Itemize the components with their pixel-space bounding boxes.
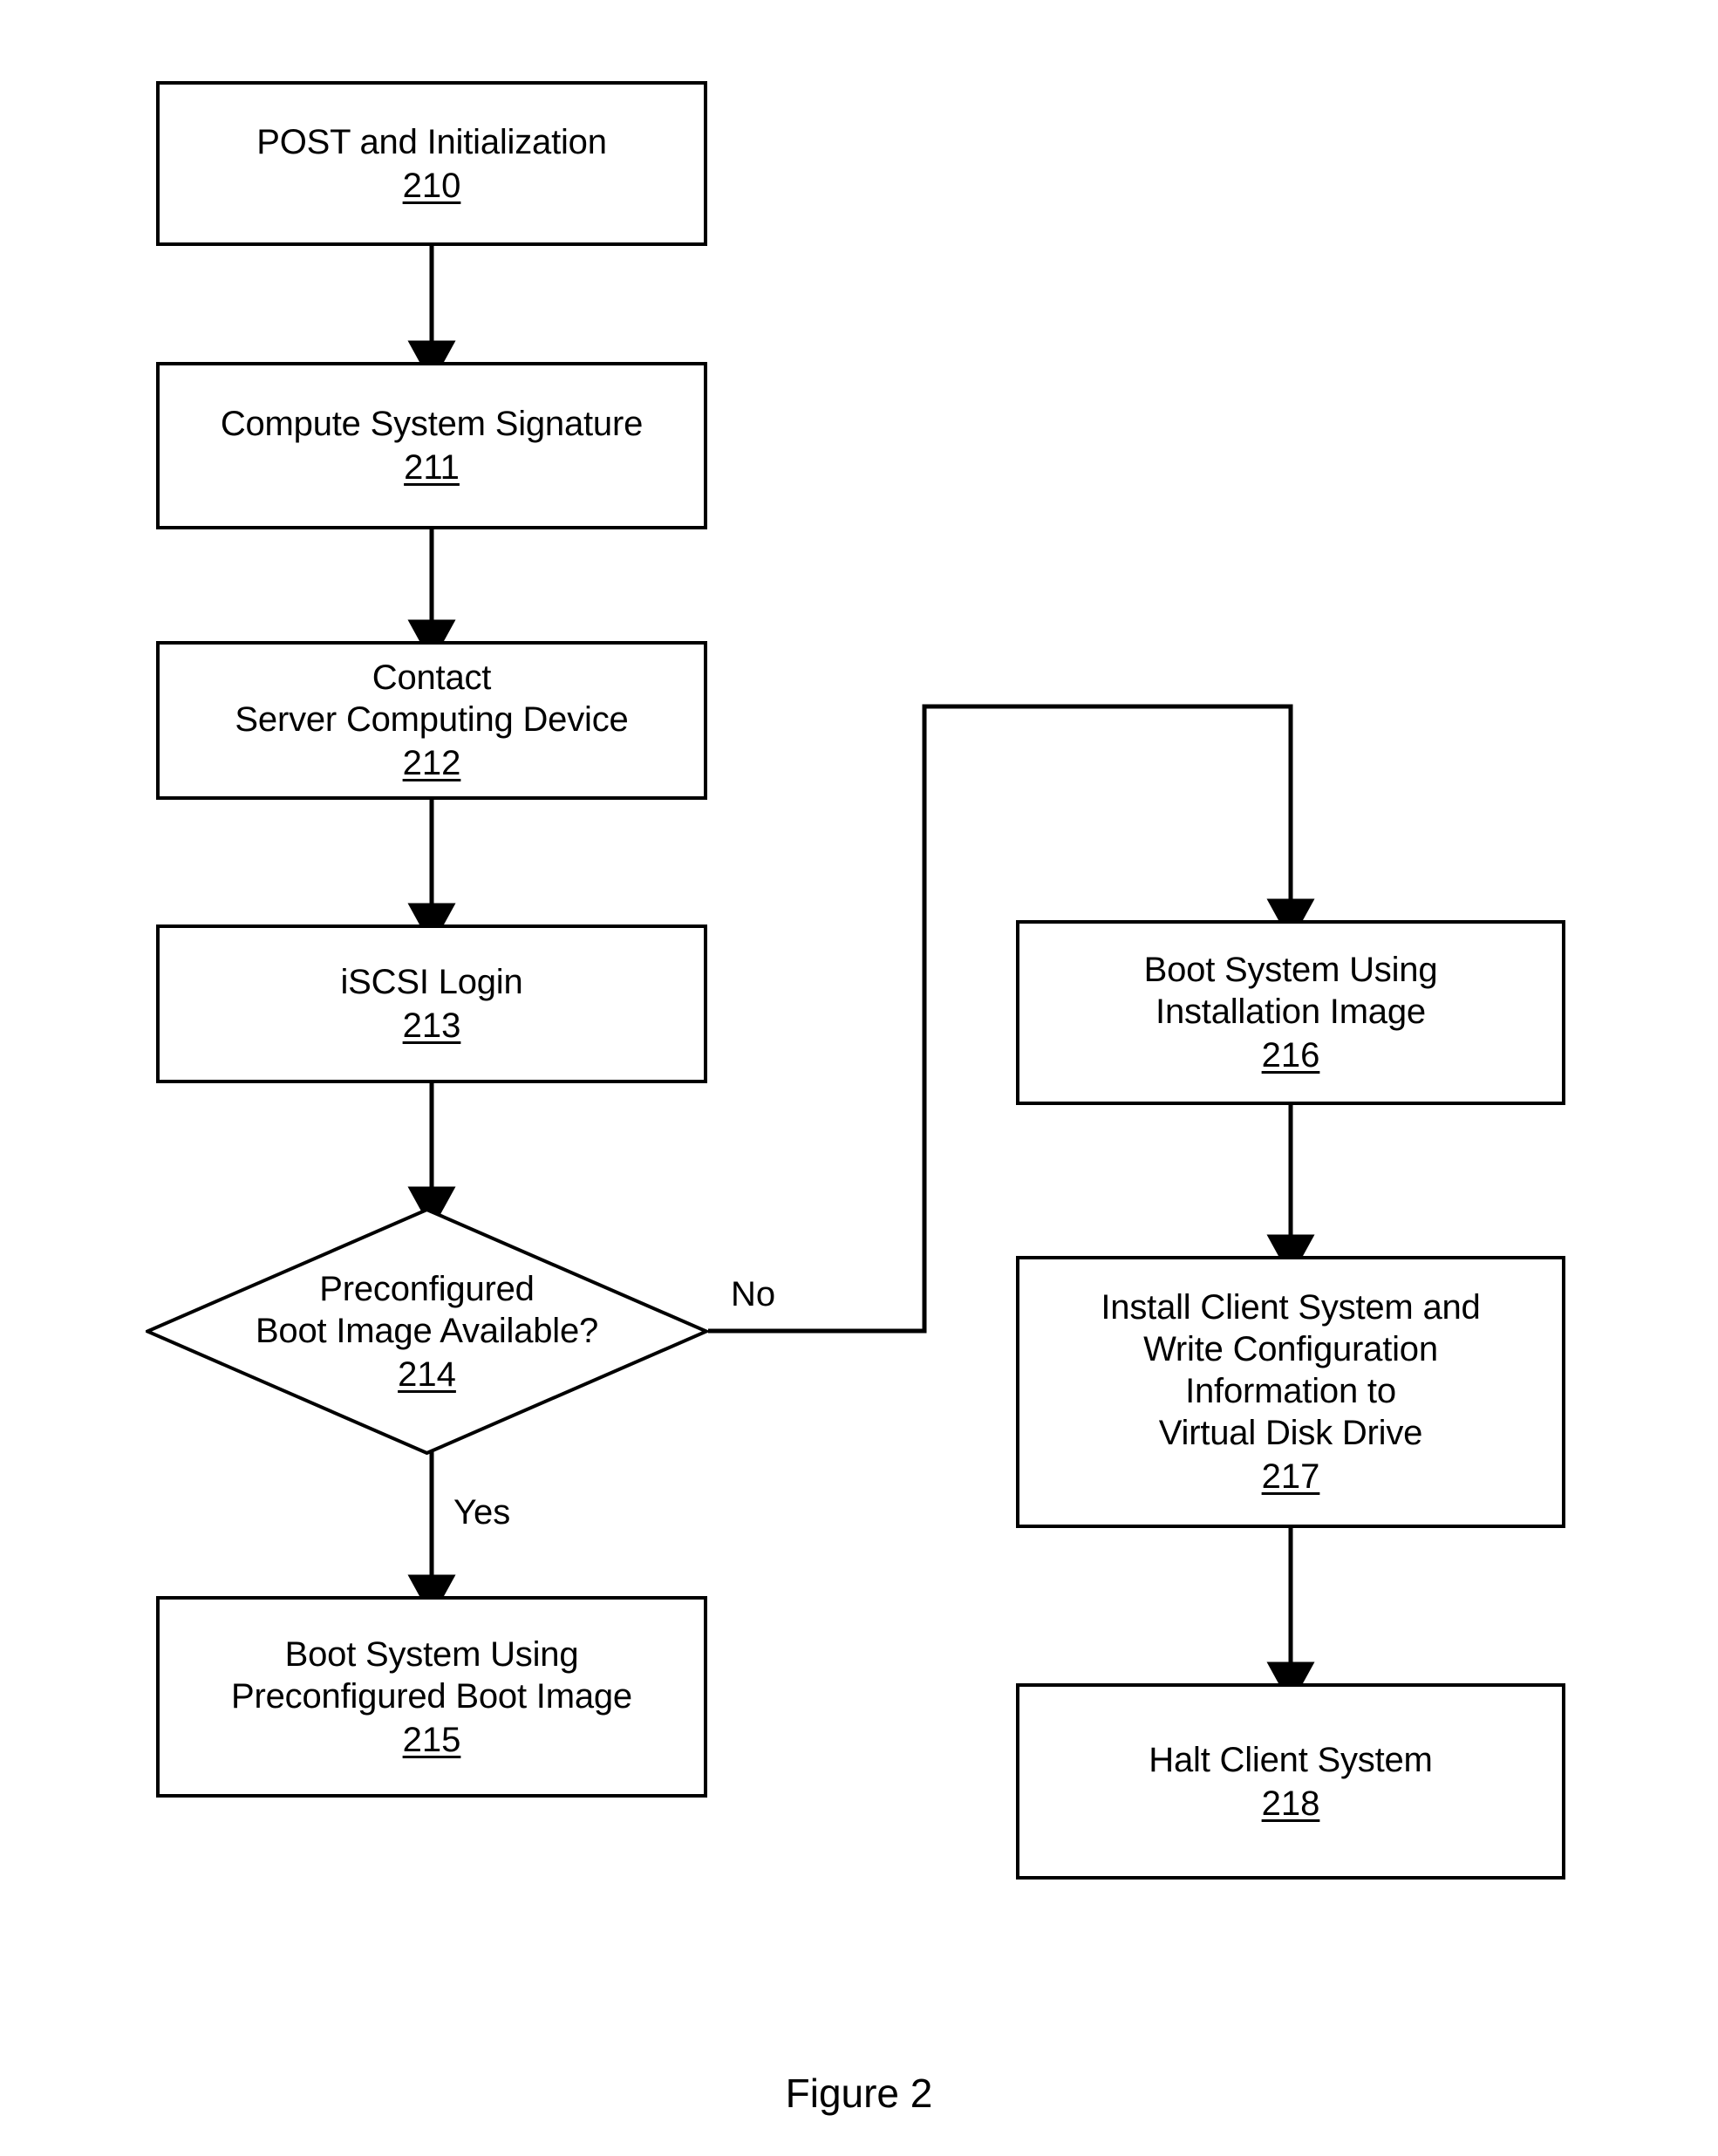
node-label-210: POST and Initialization bbox=[256, 122, 607, 161]
node-ref-217: 217 bbox=[1261, 1457, 1320, 1496]
node-post-and-initialization[interactable]: POST and Initialization 210 bbox=[156, 81, 707, 246]
node-label-214: Preconfigured Boot Image Available? bbox=[255, 1269, 599, 1350]
node-halt-client-system[interactable]: Halt Client System 218 bbox=[1016, 1683, 1565, 1880]
node-boot-system-using-preconfigured-boot-image[interactable]: Boot System Using Preconfigured Boot Ima… bbox=[156, 1596, 707, 1798]
node-label-211: Compute System Signature bbox=[220, 405, 644, 443]
node-label-215: Boot System Using Preconfigured Boot Ima… bbox=[231, 1634, 632, 1716]
node-install-client-system-and-write-configuration[interactable]: Install Client System and Write Configur… bbox=[1016, 1256, 1565, 1528]
node-ref-218: 218 bbox=[1261, 1784, 1320, 1823]
node-label-213: iSCSI Login bbox=[340, 963, 523, 1001]
node-ref-211: 211 bbox=[404, 448, 460, 487]
edge-label-yes: Yes bbox=[453, 1493, 511, 1532]
node-boot-system-using-installation-image[interactable]: Boot System Using Installation Image 216 bbox=[1016, 920, 1565, 1105]
node-ref-214: 214 bbox=[398, 1354, 456, 1394]
node-compute-system-signature[interactable]: Compute System Signature 211 bbox=[156, 362, 707, 529]
node-preconfigured-boot-image-available[interactable]: Preconfigured Boot Image Available? 214 bbox=[146, 1208, 708, 1455]
node-ref-216: 216 bbox=[1261, 1036, 1320, 1075]
node-label-216: Boot System Using Installation Image bbox=[1143, 951, 1438, 1031]
node-label-218: Halt Client System bbox=[1149, 1740, 1433, 1779]
node-label-217: Install Client System and Write Configur… bbox=[1101, 1288, 1481, 1452]
node-contact-server-computing-device[interactable]: Contact Server Computing Device 212 bbox=[156, 641, 707, 800]
node-ref-212: 212 bbox=[402, 744, 461, 782]
node-ref-213: 213 bbox=[402, 1006, 461, 1045]
node-label-212: Contact Server Computing Device bbox=[235, 658, 629, 739]
node-ref-215: 215 bbox=[402, 1720, 461, 1759]
flowchart-figure: POST and Initialization 210 Compute Syst… bbox=[0, 0, 1718, 2156]
node-ref-210: 210 bbox=[402, 166, 461, 205]
node-iscsi-login[interactable]: iSCSI Login 213 bbox=[156, 924, 707, 1083]
edge-label-no: No bbox=[731, 1275, 776, 1313]
figure-caption: Figure 2 bbox=[785, 2071, 933, 2116]
